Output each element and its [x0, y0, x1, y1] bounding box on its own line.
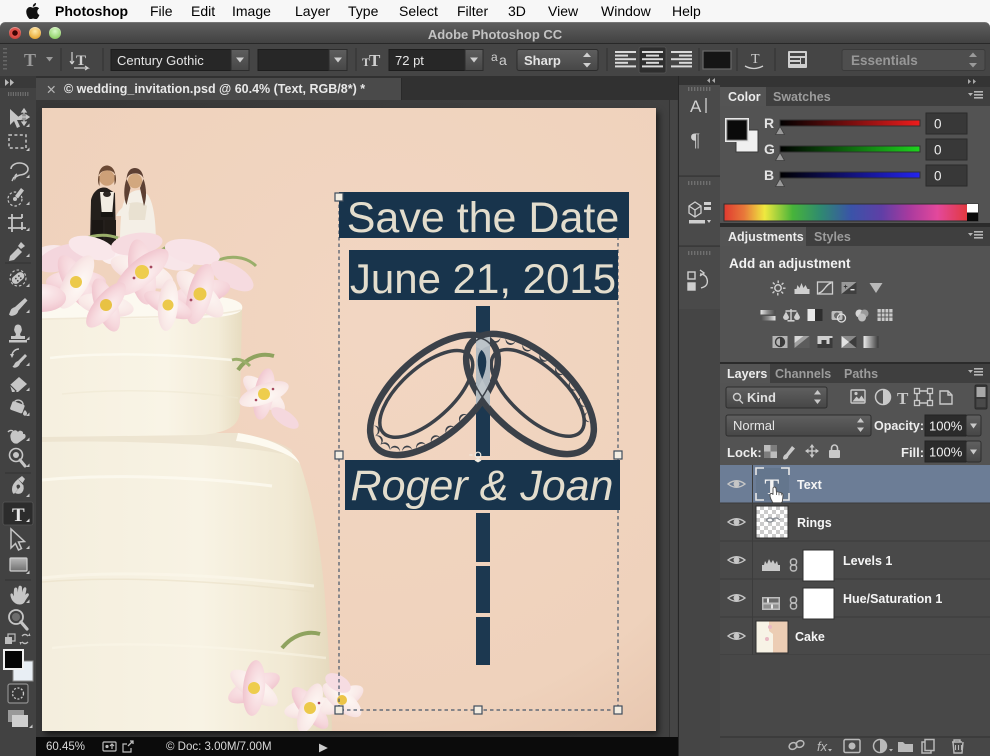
svg-text:T: T — [897, 389, 909, 408]
svg-text:T: T — [751, 52, 760, 67]
svg-text:June 21, 2015: June 21, 2015 — [350, 255, 616, 302]
svg-text:Century Gothic: Century Gothic — [117, 53, 204, 68]
svg-text:Hue/Saturation 1: Hue/Saturation 1 — [843, 592, 942, 606]
svg-text:Paths: Paths — [844, 367, 878, 381]
svg-text:T: T — [76, 53, 86, 69]
svg-text:Fill:: Fill: — [901, 445, 924, 460]
svg-text:Lock:: Lock: — [727, 445, 762, 460]
svg-text:0: 0 — [934, 117, 942, 132]
svg-text:¶: ¶ — [691, 130, 700, 151]
svg-text:Swatches: Swatches — [773, 90, 831, 104]
svg-text:T: T — [24, 50, 36, 70]
svg-text:a: a — [491, 50, 498, 64]
svg-text:B: B — [764, 167, 774, 183]
svg-text:Layers: Layers — [727, 367, 767, 381]
svg-text:+: + — [844, 284, 848, 291]
svg-text:Roger & Joan: Roger & Joan — [351, 462, 614, 510]
svg-text:100%: 100% — [929, 445, 963, 460]
svg-text:Color: Color — [728, 90, 761, 104]
svg-text:T: T — [12, 505, 25, 526]
svg-text:fx: fx — [817, 739, 828, 754]
svg-text:0: 0 — [934, 143, 942, 158]
svg-text:R: R — [764, 115, 774, 131]
svg-text:Adjustments: Adjustments — [728, 230, 804, 244]
svg-text:Text: Text — [797, 478, 823, 492]
svg-text:Opacity:: Opacity: — [874, 419, 924, 433]
svg-text:72 pt: 72 pt — [395, 53, 424, 68]
svg-text:Styles: Styles — [814, 230, 851, 244]
svg-text:Levels 1: Levels 1 — [843, 554, 892, 568]
svg-text:Kind: Kind — [747, 390, 776, 405]
svg-text:A: A — [690, 97, 702, 116]
svg-text:Save the Date: Save the Date — [347, 194, 620, 242]
svg-text:T: T — [369, 51, 381, 70]
svg-text:Add an adjustment: Add an adjustment — [729, 256, 851, 271]
svg-text:Sharp: Sharp — [524, 53, 561, 68]
svg-text:0: 0 — [934, 169, 942, 184]
svg-text:100%: 100% — [929, 419, 963, 434]
svg-text:Cake: Cake — [795, 630, 825, 644]
svg-text:Channels: Channels — [775, 367, 831, 381]
svg-text:Rings: Rings — [797, 516, 832, 530]
svg-text:a: a — [499, 52, 507, 68]
svg-text:Normal: Normal — [733, 418, 775, 433]
svg-text:G: G — [764, 141, 775, 157]
svg-text:Essentials: Essentials — [851, 53, 918, 68]
